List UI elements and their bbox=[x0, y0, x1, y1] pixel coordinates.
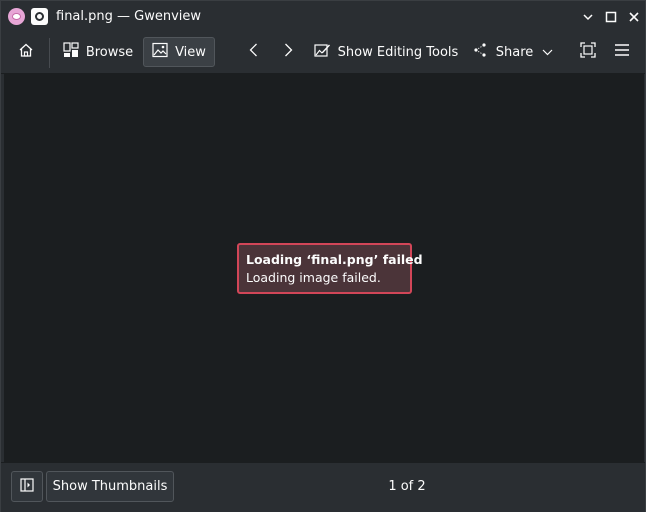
title-bar[interactable]: final.png — Gwenview bbox=[1, 1, 645, 32]
chevron-down-icon bbox=[542, 45, 553, 60]
error-message: Loading image failed. bbox=[246, 270, 381, 285]
share-button[interactable]: Share bbox=[469, 37, 557, 67]
close-icon[interactable] bbox=[625, 8, 642, 25]
maximize-icon[interactable] bbox=[602, 8, 619, 25]
home-button[interactable] bbox=[10, 37, 42, 67]
keep-above-icon[interactable] bbox=[31, 8, 48, 25]
image-icon bbox=[152, 42, 168, 62]
share-icon bbox=[473, 42, 489, 62]
error-title: Loading ‘final.png’ failed bbox=[246, 252, 423, 267]
edit-image-icon bbox=[314, 42, 331, 62]
previous-button[interactable] bbox=[239, 37, 269, 67]
show-thumbnails-button[interactable]: Show Thumbnails bbox=[46, 471, 174, 502]
toolbar-separator bbox=[49, 38, 50, 68]
error-message-box: Loading ‘final.png’ failed Loading image… bbox=[237, 243, 423, 294]
grid-icon bbox=[63, 42, 79, 62]
view-button[interactable]: View bbox=[143, 37, 215, 67]
gwenview-app-icon[interactable] bbox=[8, 8, 25, 25]
main-toolbar: Browse View Show Editing Tools Share bbox=[1, 32, 645, 74]
image-viewport[interactable]: Loading ‘final.png’ failed Loading image… bbox=[4, 74, 644, 462]
editing-tools-label: Show Editing Tools bbox=[337, 44, 459, 60]
gwenview-window: final.png — Gwenview Browse View Show Ed… bbox=[0, 0, 646, 512]
image-counter: 1 of 2 bbox=[388, 479, 426, 494]
status-bar: Show Thumbnails 1 of 2 bbox=[1, 462, 645, 512]
hamburger-menu-icon bbox=[614, 42, 630, 62]
next-button[interactable] bbox=[273, 37, 303, 67]
main-menu-button[interactable] bbox=[606, 37, 638, 67]
chevron-right-icon bbox=[280, 42, 296, 62]
fullscreen-icon bbox=[580, 42, 596, 62]
minimize-icon[interactable] bbox=[579, 8, 596, 25]
view-label: View bbox=[175, 44, 206, 60]
chevron-left-icon bbox=[246, 42, 262, 62]
window-title: final.png — Gwenview bbox=[56, 9, 202, 24]
browse-label: Browse bbox=[85, 44, 134, 60]
show-editing-tools-button[interactable]: Show Editing Tools bbox=[310, 37, 462, 67]
fullscreen-button[interactable] bbox=[572, 37, 604, 67]
browse-button[interactable]: Browse bbox=[57, 37, 139, 67]
share-label: Share bbox=[495, 44, 534, 60]
sidebar-toggle-icon bbox=[20, 477, 34, 496]
sidebar-toggle-button[interactable] bbox=[11, 471, 43, 502]
home-icon bbox=[18, 42, 34, 62]
